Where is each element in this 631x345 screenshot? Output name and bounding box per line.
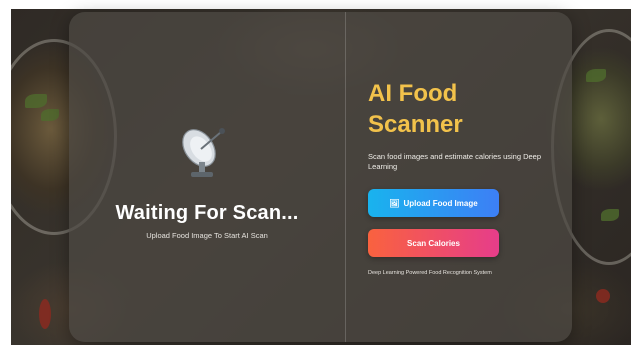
scanner-card: Waiting For Scan... Upload Food Image To… xyxy=(69,12,572,342)
satellite-dish-icon xyxy=(182,128,225,177)
image-icon: 🖼 xyxy=(389,198,400,208)
footer-text: Deep Learning Powered Food Recognition S… xyxy=(368,270,492,276)
scan-calories-button[interactable]: Scan Calories xyxy=(368,229,499,257)
background-leaf xyxy=(586,69,606,82)
scanner-controls-panel: AI Food Scanner Scan food images and est… xyxy=(346,12,572,342)
background-tomato xyxy=(596,289,610,303)
upload-button-label: Upload Food Image xyxy=(403,198,478,208)
app-description: Scan food images and estimate calories u… xyxy=(368,152,542,171)
background-leaf xyxy=(41,109,59,121)
background-leaf xyxy=(25,94,47,108)
background-leaf xyxy=(601,209,619,221)
app-title-line: Scanner xyxy=(368,111,463,138)
app-title: AI Food Scanner xyxy=(368,78,568,140)
upload-food-image-button[interactable]: 🖼 Upload Food Image xyxy=(368,189,499,217)
status-subtitle: Upload Food Image To Start AI Scan xyxy=(146,231,268,240)
scan-button-label: Scan Calories xyxy=(407,238,460,248)
app-title-line: AI Food xyxy=(368,80,458,107)
scan-status-panel: Waiting For Scan... Upload Food Image To… xyxy=(69,12,345,342)
status-title: Waiting For Scan... xyxy=(115,202,299,224)
background-tomato xyxy=(39,299,51,329)
